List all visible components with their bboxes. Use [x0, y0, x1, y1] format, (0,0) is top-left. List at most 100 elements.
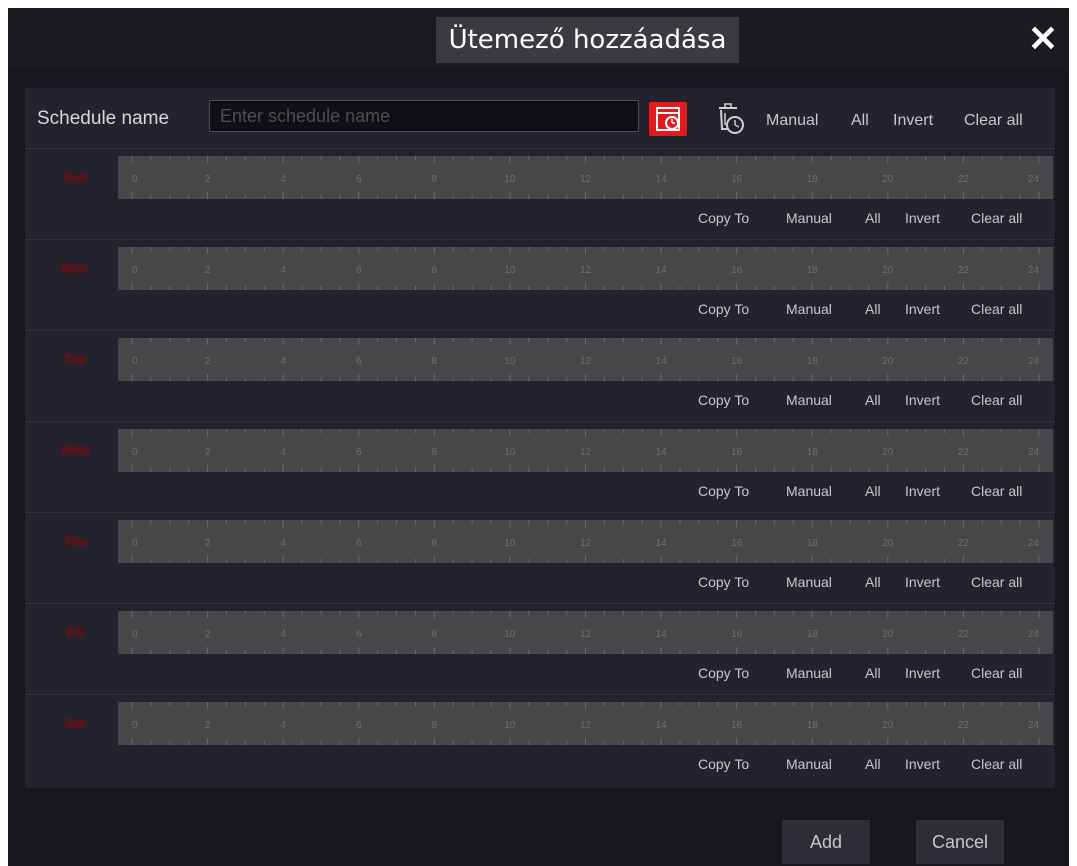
day-clear-all-link[interactable]: Clear all: [971, 756, 1022, 772]
timeline-tick-label: 14: [656, 356, 668, 367]
timeline-tick-label: 8: [432, 538, 438, 549]
timeline-tick-label: 2: [205, 629, 211, 640]
day-invert-link[interactable]: Invert: [905, 483, 940, 499]
timeline-tick-label: 18: [807, 629, 819, 640]
day-invert-link[interactable]: Invert: [905, 574, 940, 590]
timeline-tick-label: 12: [580, 629, 592, 640]
day-label: Thu: [62, 533, 88, 549]
day-timeline[interactable]: 0 2 4 6 8 10 12 14 16 18 20 22 24: [118, 429, 1053, 472]
day-copy-to-link[interactable]: Copy To: [698, 210, 749, 226]
day-all-link[interactable]: All: [865, 210, 881, 226]
day-copy-to-link[interactable]: Copy To: [698, 756, 749, 772]
header-invert-link[interactable]: Invert: [893, 112, 933, 130]
timeline-tick-label: 14: [656, 538, 668, 549]
day-timeline[interactable]: 0 2 4 6 8 10 12 14 16 18 20 22 24: [118, 702, 1053, 745]
timeline-tick-label: 16: [731, 720, 743, 731]
timeline-tick-label: 16: [731, 265, 743, 276]
day-label: Sat: [64, 715, 86, 731]
day-copy-to-link[interactable]: Copy To: [698, 301, 749, 317]
timeline-tick-label: 2: [205, 174, 211, 185]
day-clear-all-link[interactable]: Clear all: [971, 665, 1022, 681]
timeline-tick-label: 14: [656, 447, 668, 458]
day-invert-link[interactable]: Invert: [905, 210, 940, 226]
timeline-tick-label: 12: [580, 538, 592, 549]
day-all-link[interactable]: All: [865, 665, 881, 681]
day-manual-link[interactable]: Manual: [786, 483, 832, 499]
day-label: Tue: [63, 351, 87, 367]
day-copy-to-link[interactable]: Copy To: [698, 665, 749, 681]
timeline-tick-label: 20: [882, 629, 894, 640]
timeline-scale: 0 2 4 6 8 10 12 14 16 18 20 22 24: [131, 247, 1040, 290]
day-copy-to-link[interactable]: Copy To: [698, 483, 749, 499]
day-timeline[interactable]: 0 2 4 6 8 10 12 14 16 18 20 22 24: [118, 611, 1053, 654]
day-timeline[interactable]: 0 2 4 6 8 10 12 14 16 18 20 22 24: [118, 338, 1053, 381]
timeline-tick-label: 6: [356, 720, 362, 731]
schedule-panel: Schedule name Manual: [25, 88, 1055, 788]
day-all-link[interactable]: All: [865, 301, 881, 317]
dialog-title: Ütemező hozzáadása: [436, 17, 739, 63]
timeline-tick-label: 16: [731, 447, 743, 458]
add-button[interactable]: Add: [782, 820, 870, 864]
timeline-scale: 0 2 4 6 8 10 12 14 16 18 20 22 24: [131, 702, 1040, 745]
day-clear-all-link[interactable]: Clear all: [971, 392, 1022, 408]
timeline-tick-label: 4: [280, 538, 286, 549]
day-all-link[interactable]: All: [865, 756, 881, 772]
day-all-link[interactable]: All: [865, 483, 881, 499]
timeline-tick-label: 22: [958, 629, 970, 640]
timeline-tick-label: 10: [504, 174, 516, 185]
timeline-tick-label: 0: [132, 356, 138, 367]
day-invert-link[interactable]: Invert: [905, 392, 940, 408]
day-all-link[interactable]: All: [865, 574, 881, 590]
day-manual-link[interactable]: Manual: [786, 392, 832, 408]
day-manual-link[interactable]: Manual: [786, 210, 832, 226]
day-row: Tue 0 2 4 6 8 10 12 14 16 18 20 22 24 Copy To Manual All…: [25, 330, 1055, 421]
day-clear-all-link[interactable]: Clear all: [971, 301, 1022, 317]
day-invert-link[interactable]: Invert: [905, 756, 940, 772]
day-copy-to-link[interactable]: Copy To: [698, 392, 749, 408]
timeline-tick-label: 24: [1028, 447, 1040, 458]
timeline-tick-label: 20: [882, 720, 894, 731]
timeline-tick-label: 12: [580, 720, 592, 731]
day-clear-all-link[interactable]: Clear all: [971, 483, 1022, 499]
timeline-tick-label: 0: [132, 174, 138, 185]
day-invert-link[interactable]: Invert: [905, 301, 940, 317]
timeline-tick-label: 24: [1028, 720, 1040, 731]
day-manual-link[interactable]: Manual: [786, 756, 832, 772]
day-timeline[interactable]: 0 2 4 6 8 10 12 14 16 18 20 22 24: [118, 247, 1053, 290]
day-label: Sun: [62, 169, 88, 185]
day-manual-link[interactable]: Manual: [786, 665, 832, 681]
timeline-tick-label: 18: [807, 265, 819, 276]
cancel-button[interactable]: Cancel: [916, 820, 1004, 864]
close-icon[interactable]: ✕: [1025, 21, 1061, 58]
timeline-tick-label: 4: [280, 356, 286, 367]
day-row: Thu 0 2 4 6 8 10 12 14 16 18 20 22 24 Copy To Manual All…: [25, 512, 1055, 603]
timeline-tick-label: 4: [280, 265, 286, 276]
day-invert-link[interactable]: Invert: [905, 665, 940, 681]
header-manual-link[interactable]: Manual: [766, 112, 818, 130]
day-all-link[interactable]: All: [865, 392, 881, 408]
day-manual-link[interactable]: Manual: [786, 301, 832, 317]
day-manual-link[interactable]: Manual: [786, 574, 832, 590]
timeline-tick-label: 6: [356, 356, 362, 367]
day-timeline[interactable]: 0 2 4 6 8 10 12 14 16 18 20 22 24: [118, 156, 1053, 199]
header-all-link[interactable]: All: [851, 112, 869, 130]
header-clear-all-link[interactable]: Clear all: [964, 112, 1023, 130]
timeline-tick-label: 22: [958, 174, 970, 185]
timeline-tick-label: 2: [205, 720, 211, 731]
day-copy-to-link[interactable]: Copy To: [698, 574, 749, 590]
timeline-tick-label: 22: [958, 265, 970, 276]
day-timeline[interactable]: 0 2 4 6 8 10 12 14 16 18 20 22 24: [118, 520, 1053, 563]
timeline-tick-label: 20: [882, 447, 894, 458]
day-clear-all-link[interactable]: Clear all: [971, 210, 1022, 226]
timeline-tick-label: 6: [356, 629, 362, 640]
timeline-tick-label: 4: [280, 447, 286, 458]
timeline-tick-label: 8: [432, 356, 438, 367]
add-schedule-dialog: Ütemező hozzáadása ✕ Schedule name Enter…: [8, 8, 1069, 866]
title-bar: Ütemező hozzáadása ✕: [8, 8, 1069, 70]
timeline-tick-label: 0: [132, 447, 138, 458]
timeline-tick-label: 18: [807, 174, 819, 185]
day-label: Wed: [60, 442, 90, 458]
day-clear-all-link[interactable]: Clear all: [971, 574, 1022, 590]
timeline-tick-label: 14: [656, 629, 668, 640]
timeline-scale: 0 2 4 6 8 10 12 14 16 18 20 22 24: [131, 156, 1040, 199]
